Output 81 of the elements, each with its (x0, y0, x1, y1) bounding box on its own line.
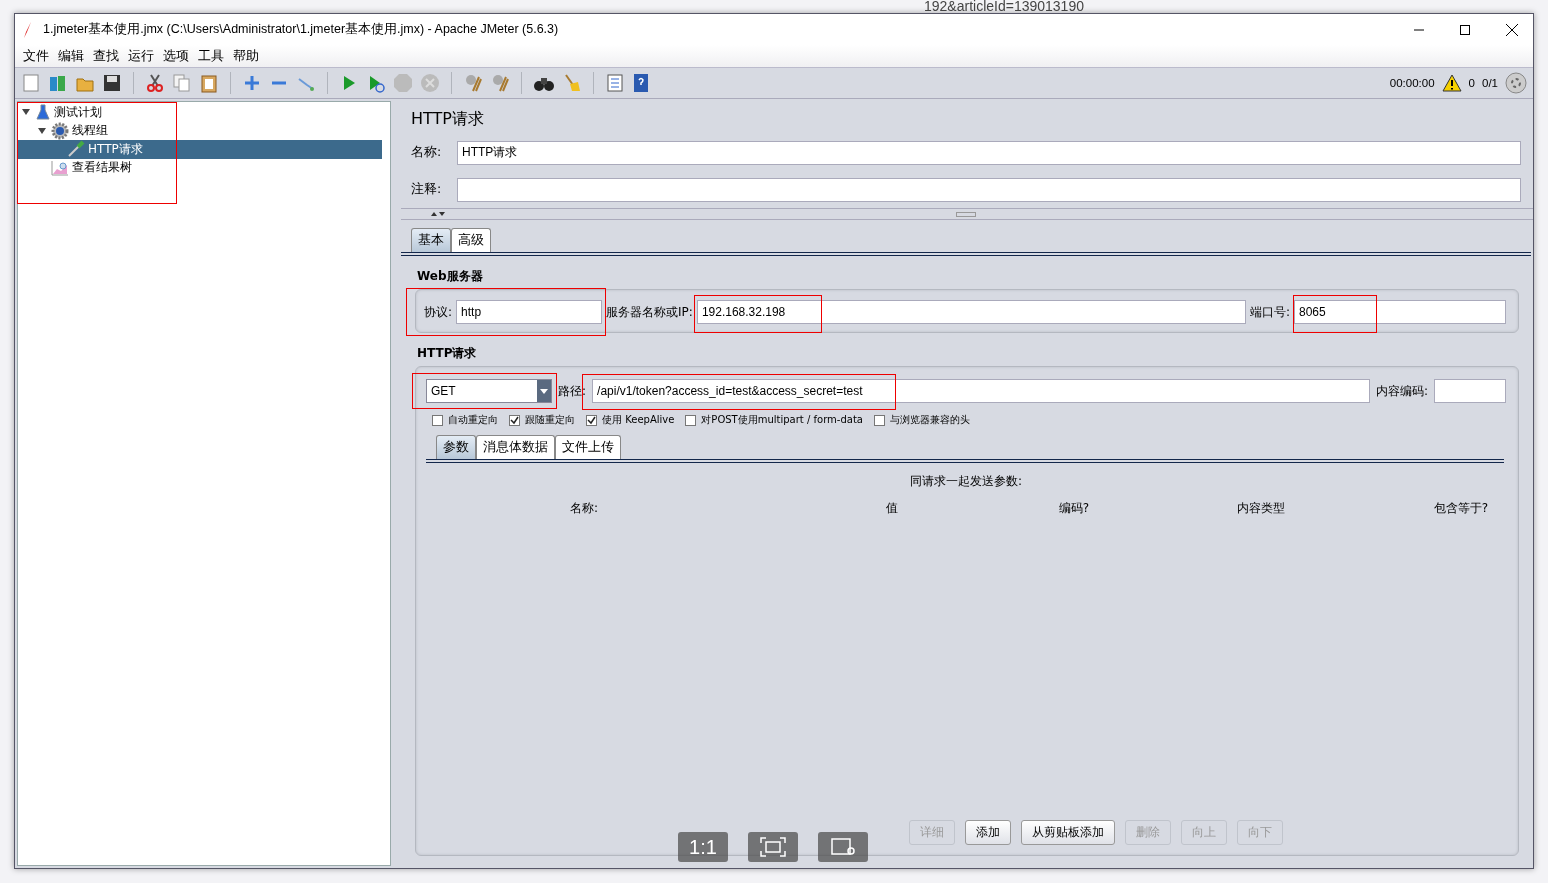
tab[interactable]: 参数 (436, 435, 476, 459)
menu-item[interactable]: 编辑 (58, 47, 84, 65)
fit-screen-icon (760, 837, 786, 857)
tab[interactable]: 消息体数据 (476, 435, 555, 459)
section-title: HTTP请求 (416, 345, 478, 362)
field-label: 协议: (424, 303, 453, 321)
warning-icon[interactable] (1441, 74, 1462, 92)
tree-item[interactable]: 测试计划 (18, 103, 382, 122)
menu-item[interactable]: 选项 (163, 47, 189, 65)
maximize-icon[interactable] (1459, 23, 1471, 36)
method-dropdown[interactable]: GET (426, 379, 552, 403)
section-title: Web服务器 (416, 268, 484, 285)
text-field[interactable]: http (456, 300, 603, 324)
tree-item[interactable]: 线程组 (18, 121, 382, 140)
elapsed-time: 00:00:00 (1389, 77, 1435, 89)
field-label: 名称: (411, 144, 443, 161)
new-icon[interactable] (21, 73, 41, 93)
paste-icon[interactable] (199, 73, 219, 93)
tree-item[interactable]: 查看结果树 (18, 158, 382, 177)
checkbox-label: 对POST使用multipart / form-data (701, 413, 863, 427)
table-caption: 同请求一起发送参数: (909, 474, 1022, 488)
tab[interactable]: 高级 (451, 228, 491, 252)
function-icon[interactable] (605, 73, 625, 93)
column-header: 名称: (569, 500, 598, 517)
reset-search-icon[interactable] (562, 73, 582, 93)
fit-screen-button[interactable] (748, 832, 798, 862)
remote-icon[interactable] (1505, 72, 1527, 94)
window-title: 1.jmeter基本使用.jmx (C:\Users\Administrator\1.jmeter基本使用.jmx) - Apache JMeter (5.6.3) (43, 21, 559, 38)
checkbox-label: 与浏览器兼容的头 (889, 413, 970, 427)
column-header: 包含等于? (1433, 500, 1489, 517)
templates-icon[interactable] (48, 73, 68, 93)
graph-icon (51, 159, 69, 176)
field-label: 路径: (558, 382, 587, 400)
path-field[interactable]: /api/v1/token?access_id=test&access_secret=test (592, 379, 1370, 403)
address-text: 192&articleId=139013190 (924, 0, 1084, 13)
field-label: 服务器名称或IP: (606, 303, 693, 321)
save-icon[interactable] (102, 73, 122, 93)
warning-count: 0 (1468, 77, 1475, 89)
tab[interactable]: 文件上传 (555, 435, 621, 459)
checkbox-label: 自动重定向 (448, 413, 498, 427)
column-header: 内容类型 (1237, 500, 1285, 517)
export-button[interactable] (818, 832, 868, 862)
field-label: 注释: (411, 181, 443, 198)
field-label: 内容编码: (1375, 382, 1428, 400)
export-icon (830, 837, 856, 857)
checkbox[interactable] (509, 414, 520, 426)
flask-icon (35, 104, 51, 121)
copy-icon[interactable] (172, 73, 192, 93)
text-field[interactable]: 192.168.32.198 (696, 300, 1246, 324)
zoom-button[interactable]: 1:1 (678, 832, 728, 862)
checkbox-label: 使用 KeepAlive (602, 413, 675, 427)
menu-item[interactable]: 帮助 (233, 47, 259, 65)
expand-icon[interactable] (242, 73, 262, 93)
action-button[interactable]: 添加 (965, 820, 1011, 845)
comment-field[interactable] (457, 177, 1521, 202)
tree-item[interactable]: HTTP请求 (18, 140, 382, 159)
gear-icon (51, 121, 69, 140)
pipette-icon (67, 140, 85, 159)
menu-item[interactable]: 运行 (128, 47, 154, 65)
menu-item[interactable]: 查找 (93, 47, 119, 65)
action-button[interactable]: 从剪贴板添加 (1021, 820, 1115, 845)
encoding-field[interactable] (1434, 379, 1506, 403)
field-label: 端口号: (1249, 303, 1290, 321)
checkbox[interactable] (586, 414, 597, 426)
close-icon[interactable] (1505, 22, 1519, 37)
text-field[interactable]: 8065 (1294, 300, 1506, 324)
help-icon[interactable] (632, 73, 650, 93)
cut-icon[interactable] (145, 73, 165, 93)
checkbox[interactable] (685, 414, 697, 426)
menu-item[interactable]: 文件 (23, 47, 49, 65)
checkbox[interactable] (873, 414, 885, 426)
column-header: 值 (886, 500, 898, 517)
name-field[interactable]: HTTP请求 (457, 140, 1521, 165)
panel-heading: HTTP请求 (410, 108, 485, 130)
tab[interactable]: 基本 (411, 228, 451, 252)
menu-item[interactable]: 工具 (198, 47, 224, 65)
column-header: 编码? (1058, 500, 1090, 517)
checkbox-label: 跟随重定向 (525, 413, 575, 427)
checkbox[interactable] (432, 414, 443, 426)
thread-count: 0/1 (1482, 77, 1498, 89)
collapse-arrows-icon[interactable] (431, 211, 445, 217)
